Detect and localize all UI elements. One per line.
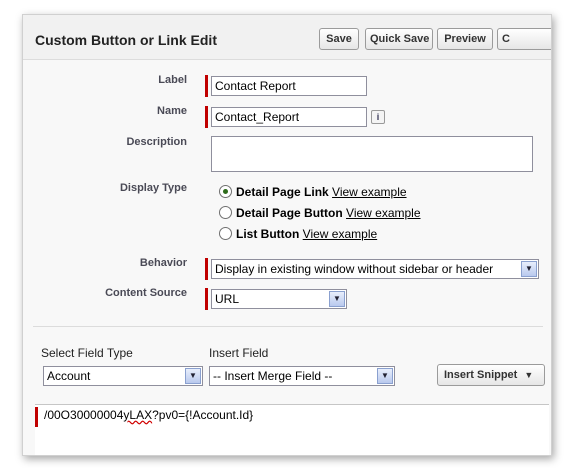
edit-window: Custom Button or Link Edit Save Quick Sa… [22,14,552,456]
save-button[interactable]: Save [319,28,359,50]
required-indicator [35,407,38,427]
required-indicator [205,106,208,128]
option-title: Detail Page Link [236,185,329,199]
behavior-label: Behavior [139,257,187,269]
chevron-down-icon: ▼ [329,291,345,307]
required-indicator [205,258,208,280]
option-title: List Button [236,227,300,241]
field-type-select[interactable]: Account ▼ [43,366,203,386]
insert-field-selected-value: -- Insert Merge Field -- [213,369,333,383]
quick-save-button[interactable]: Quick Save [365,28,433,50]
behavior-selected-value: Display in existing window without sideb… [215,262,494,276]
name-field-label: Name [157,105,187,117]
content-source-label: Content Source [105,287,187,299]
view-example-link[interactable]: View example [346,206,420,220]
section-divider [33,326,543,327]
content-source-select[interactable]: URL ▼ [211,289,347,309]
radio-button-selected[interactable] [219,185,232,198]
formula-text: /00O30000004yLAX?pv0={!Account.Id} [44,408,253,422]
required-indicator [205,75,208,97]
required-indicator [205,288,208,310]
view-example-link[interactable]: View example [303,227,377,241]
radio-button[interactable] [219,227,232,240]
insert-snippet-button[interactable]: Insert Snippet ▼ [437,364,545,386]
chevron-down-icon: ▼ [521,261,537,277]
formula-text-suffix: ?pv0={!Account.Id} [152,408,254,422]
field-type-selected-value: Account [47,369,91,383]
label-field-label: Label [158,74,187,86]
form-body: Label Contact Report Name Contact_Report… [23,60,551,455]
description-field-label: Description [126,136,187,148]
info-icon[interactable]: i [371,110,385,124]
cancel-button[interactable]: C [497,28,551,50]
page-title: Custom Button or Link Edit [35,32,217,48]
chevron-down-icon: ▼ [524,370,534,380]
page-header: Custom Button or Link Edit Save Quick Sa… [23,15,551,60]
select-field-type-label: Select Field Type [41,346,133,360]
display-type-option[interactable]: Detail Page Link View example [219,185,407,199]
insert-field-label: Insert Field [209,346,269,360]
option-title: Detail Page Button [236,206,343,220]
display-type-label: Display Type [119,182,187,194]
description-textarea[interactable] [211,136,533,172]
behavior-select[interactable]: Display in existing window without sideb… [211,259,539,279]
spellcheck-flagged-text: yLAX [123,408,153,422]
chevron-down-icon: ▼ [377,368,393,384]
display-type-option[interactable]: Detail Page Button View example [219,206,421,220]
formula-text-prefix: /00O30000004 [44,408,124,422]
insert-snippet-label: Insert Snippet [444,369,518,381]
radio-button[interactable] [219,206,232,219]
view-example-link[interactable]: View example [332,185,406,199]
content-source-selected-value: URL [215,292,240,306]
name-input[interactable]: Contact_Report [211,107,367,127]
chevron-down-icon: ▼ [185,368,201,384]
display-type-option[interactable]: List Button View example [219,227,377,241]
insert-field-select[interactable]: -- Insert Merge Field -- ▼ [209,366,395,386]
label-input[interactable]: Contact Report [211,76,367,96]
preview-button[interactable]: Preview [437,28,493,50]
url-formula-editor[interactable]: /00O30000004yLAX?pv0={!Account.Id} [35,404,549,455]
